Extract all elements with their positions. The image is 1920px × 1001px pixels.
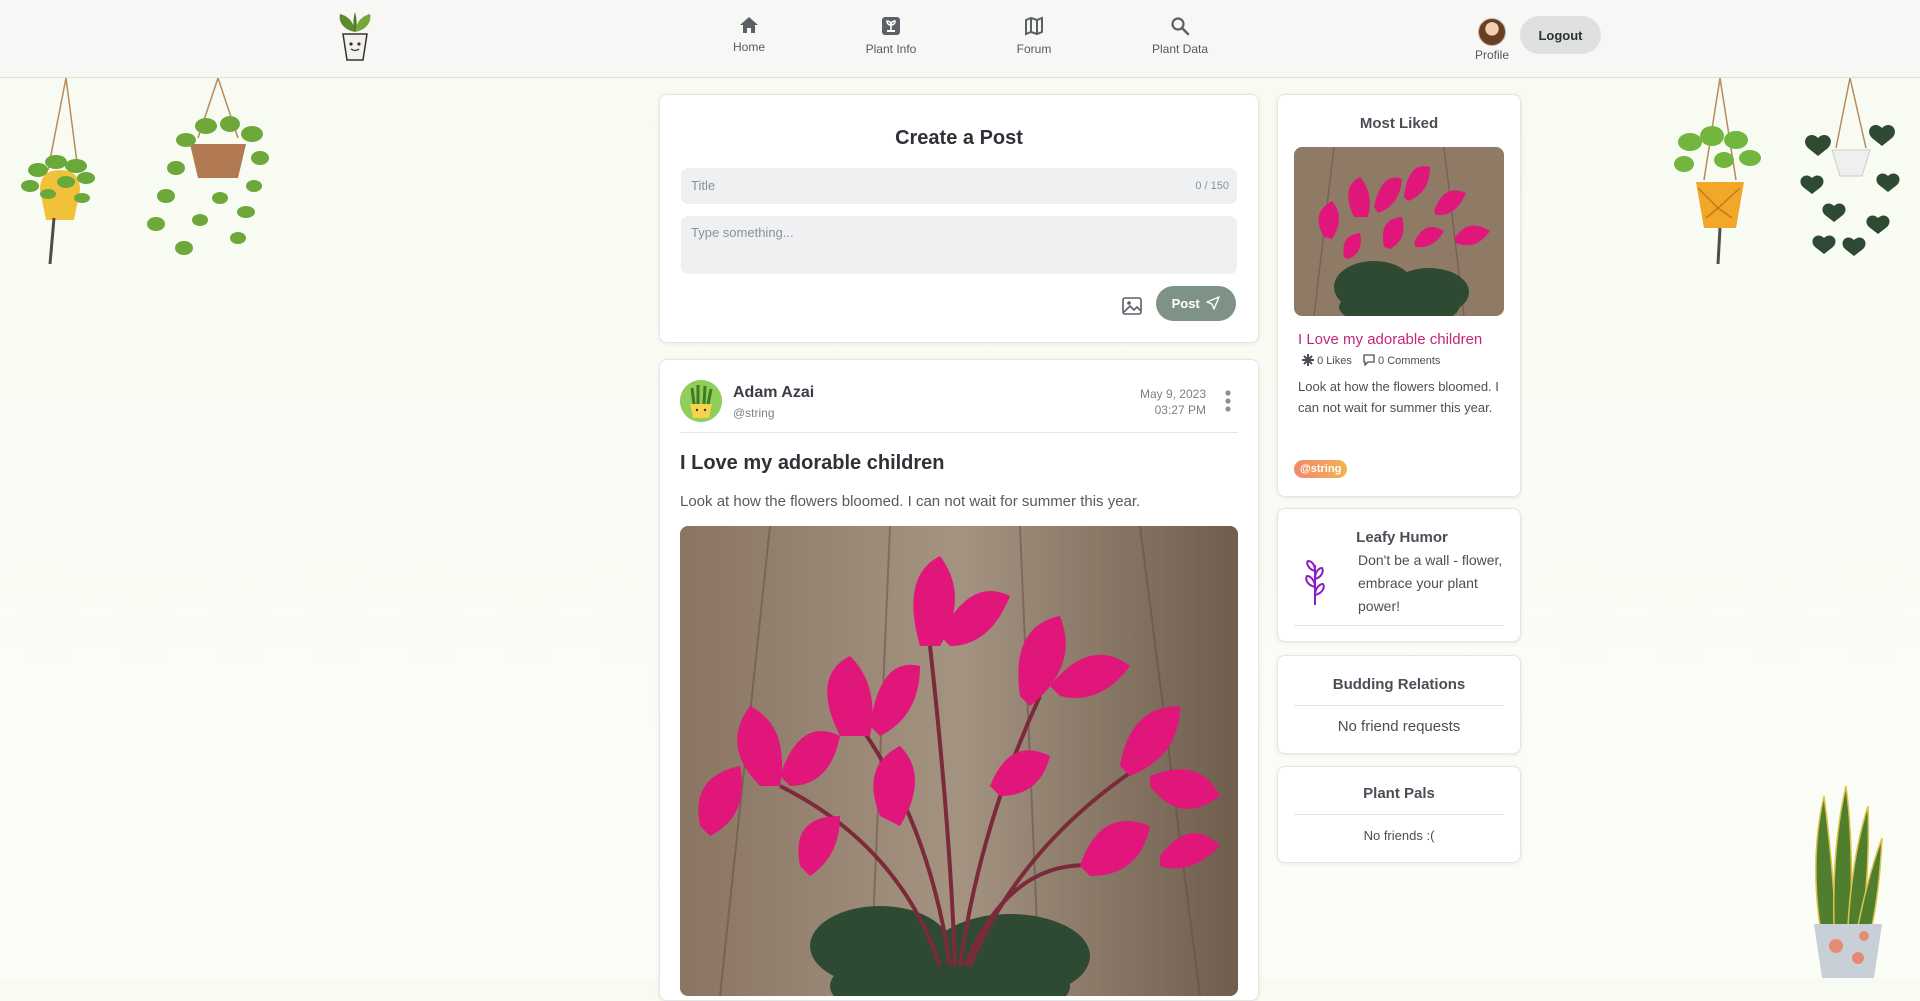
create-post-card: Create a Post Title 0 / 150 Type somethi… [659, 94, 1259, 343]
title-input[interactable]: Title 0 / 150 [681, 168, 1237, 204]
post-card: Adam Azai @string May 9, 2023 03:27 PM I… [659, 359, 1259, 1001]
home-icon [740, 17, 758, 33]
leafy-humor-heading: Leafy Humor [1356, 529, 1448, 546]
budding-divider [1294, 705, 1504, 706]
leaf-sprig-icon [1305, 559, 1325, 605]
title-char-count: 0 / 150 [1195, 180, 1229, 192]
post-timestamp: May 9, 2023 03:27 PM [1140, 386, 1206, 418]
humor-divider [1294, 625, 1504, 626]
top-navigation-bar: Home Plant Info Forum Plant Data Profile… [0, 0, 1920, 78]
post-divider [680, 432, 1238, 433]
body-textarea[interactable]: Type something... [681, 216, 1237, 274]
post-time: 03:27 PM [1154, 403, 1206, 417]
post-author-handle[interactable]: @string [733, 406, 775, 420]
budding-relations-card: Budding Relations No friend requests [1277, 655, 1521, 754]
nav-home-label: Home [732, 40, 765, 54]
post-image-cyclamen[interactable] [680, 526, 1238, 996]
most-liked-body: Look at how the flowers bloomed. I can n… [1298, 379, 1499, 415]
most-liked-post-title[interactable]: I Love my adorable children [1298, 331, 1482, 348]
comments-icon [1363, 354, 1375, 367]
plant-pals-heading: Plant Pals [1363, 785, 1435, 802]
likes-count: 0 Likes [1317, 355, 1352, 367]
plant-pals-card: Plant Pals No friends :( [1277, 766, 1521, 863]
create-post-heading: Create a Post [895, 127, 1023, 149]
most-liked-card: Most Liked I Love my adorable children 0… [1277, 94, 1521, 497]
plant-logo-icon[interactable] [334, 10, 376, 64]
post-button-label: Post [1171, 296, 1200, 311]
nav-plant-data[interactable]: Plant Data [1130, 16, 1230, 56]
nav-forum[interactable]: Forum [984, 16, 1084, 56]
leafy-humor-card: Leafy Humor Don't be a wall - flower, em… [1277, 508, 1521, 642]
post-title: I Love my adorable children [680, 452, 945, 474]
hanging-plant-left-2 [147, 78, 269, 255]
friends-status: No friends :( [1363, 828, 1435, 843]
logout-button[interactable]: Logout [1520, 16, 1601, 54]
profile-link[interactable]: Profile [1472, 18, 1512, 62]
send-icon [1206, 296, 1221, 310]
post-button[interactable]: Post [1156, 286, 1236, 321]
author-avatar[interactable] [680, 380, 722, 422]
leafy-humor-text: Don't be a wall - flower, embrace your p… [1358, 552, 1503, 614]
title-placeholder: Title [691, 178, 716, 193]
plant-pals-divider [1294, 814, 1504, 815]
hanging-plant-right-2 [1800, 78, 1900, 256]
search-icon [1171, 17, 1190, 36]
more-options-icon[interactable] [1224, 390, 1232, 412]
hanging-plant-left-1 [21, 78, 95, 265]
nav-plant-info[interactable]: Plant Info [841, 16, 941, 56]
most-liked-stats: 0 Likes 0 Comments [1302, 354, 1448, 367]
map-icon [1025, 16, 1043, 36]
most-liked-image[interactable] [1294, 147, 1504, 316]
friend-requests-status: No friend requests [1337, 718, 1461, 735]
avatar[interactable] [1478, 18, 1506, 46]
budding-relations-heading: Budding Relations [1332, 676, 1466, 693]
likes-icon [1302, 354, 1314, 366]
snake-plant-pot [1814, 786, 1883, 978]
profile-label: Profile [1474, 48, 1509, 62]
most-liked-heading: Most Liked [1359, 115, 1439, 132]
comments-count: 0 Comments [1378, 355, 1441, 367]
plant-info-icon [882, 17, 900, 35]
post-body: Look at how the flowers bloomed. I can n… [680, 493, 1141, 510]
body-placeholder: Type something... [691, 225, 794, 240]
nav-home[interactable]: Home [699, 16, 799, 54]
nav-forum-label: Forum [1016, 42, 1052, 56]
nav-plant-info-label: Plant Info [865, 42, 917, 56]
image-upload-icon[interactable] [1121, 295, 1143, 317]
post-author-name[interactable]: Adam Azai [733, 384, 814, 402]
hanging-plant-right-1 [1674, 78, 1761, 265]
author-tag[interactable]: @string [1294, 460, 1348, 478]
nav-plant-data-label: Plant Data [1151, 42, 1209, 56]
post-date: May 9, 2023 [1139, 387, 1206, 401]
